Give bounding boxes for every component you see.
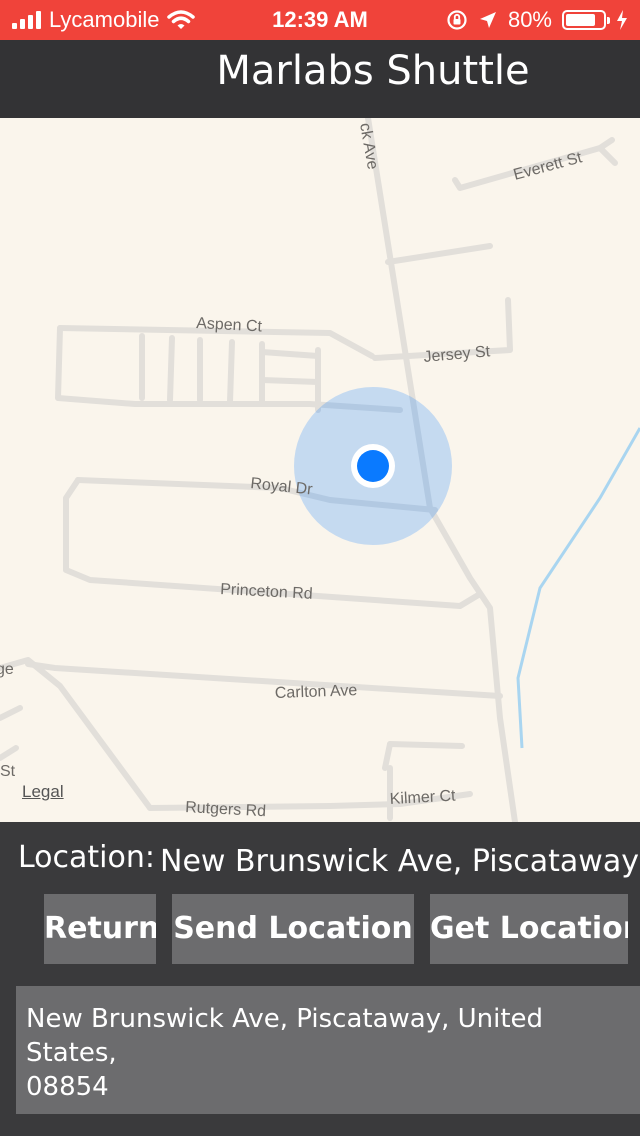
battery-fill — [566, 14, 595, 26]
map-legal-link[interactable]: Legal — [22, 782, 64, 802]
street-label-jersey: Jersey St — [423, 343, 491, 366]
get-location-button[interactable]: Get Location — [430, 894, 628, 964]
location-panel: Location: New Brunswick Ave, Piscataway … — [0, 822, 640, 1136]
street-label-st: St — [0, 763, 16, 780]
map-view[interactable]: ck Ave Everett St Aspen Ct Jersey St Roy… — [0, 118, 640, 822]
status-bar: Lycamobile 12:39 AM 80% — [0, 0, 640, 40]
orientation-lock-icon — [447, 10, 467, 30]
location-label: Location: — [18, 840, 155, 875]
return-button[interactable]: Return — [44, 894, 156, 964]
street-label-ge: ge — [0, 661, 14, 678]
creek-line — [516, 427, 640, 749]
send-location-button[interactable]: Send Location — [172, 894, 414, 964]
street-label-carlton: Carlton Ave — [275, 682, 358, 702]
user-location-dot[interactable] — [357, 450, 389, 482]
battery-icon — [562, 10, 610, 30]
nav-bar: Marlabs Shuttle — [0, 40, 640, 118]
location-arrow-icon — [479, 12, 496, 28]
map-canvas[interactable]: ck Ave Everett St Aspen Ct Jersey St Roy… — [0, 118, 640, 822]
street-label-kilmer: Kilmer Ct — [389, 788, 456, 808]
street-label-aspen: Aspen Ct — [196, 315, 263, 335]
battery-percent: 80% — [507, 7, 552, 32]
page-title: Marlabs Shuttle — [216, 48, 530, 94]
address-text-view[interactable]: New Brunswick Ave, Piscataway, United St… — [16, 986, 640, 1114]
street-label-rutgers: Rutgers Rd — [185, 799, 267, 820]
street-label-everett: Everett St — [512, 149, 585, 184]
street-label-ave: ck Ave — [356, 122, 381, 171]
location-value: New Brunswick Ave, Piscataway — [160, 844, 639, 879]
street-label-princeton: Princeton Rd — [220, 581, 313, 603]
status-right: 80% — [446, 0, 628, 40]
charging-bolt-icon — [617, 10, 627, 30]
